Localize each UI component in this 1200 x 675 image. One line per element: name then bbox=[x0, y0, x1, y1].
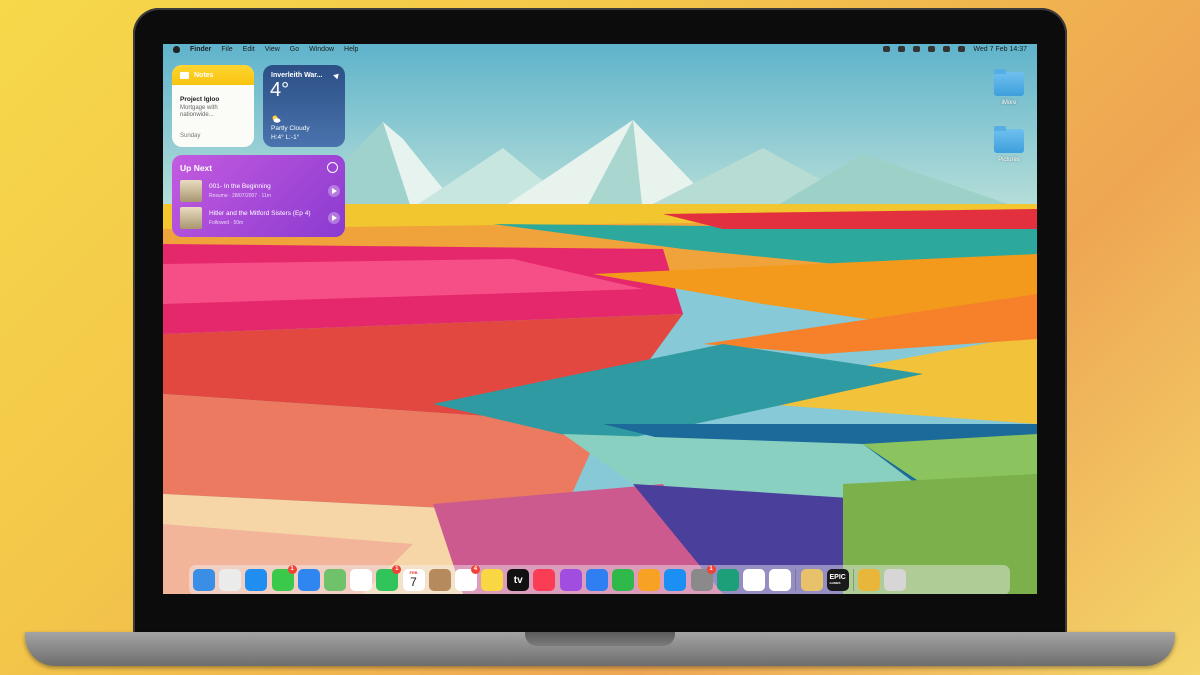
finder-icon[interactable] bbox=[193, 569, 215, 591]
folder-label: Pictures bbox=[998, 157, 1020, 163]
menu-go[interactable]: Go bbox=[290, 46, 299, 53]
chrome-icon[interactable] bbox=[769, 569, 792, 591]
photos-icon[interactable] bbox=[350, 569, 373, 591]
facetime-icon[interactable]: 1 bbox=[376, 565, 402, 591]
dock-separator bbox=[795, 569, 797, 591]
notification-badge: 1 bbox=[392, 565, 402, 574]
play-icon[interactable] bbox=[328, 185, 340, 197]
control-center-icon[interactable] bbox=[943, 46, 951, 52]
notes-icon[interactable] bbox=[481, 569, 504, 591]
folder-icon bbox=[994, 69, 1024, 96]
messages-icon[interactable]: 1 bbox=[271, 565, 297, 591]
dock-icon-subtext: GAMES bbox=[829, 581, 841, 585]
dock-icon-label: tv bbox=[514, 575, 523, 586]
menu-finder[interactable]: Finder bbox=[190, 46, 211, 53]
episode-meta: Resume · 28/07/2007 · 11m bbox=[209, 193, 271, 199]
desktop-screen: Finder File Edit View Go Window Help Wed… bbox=[163, 44, 1037, 594]
dock-icon-label: EPIC GAMES bbox=[829, 574, 846, 585]
folder-label: iMore bbox=[1001, 100, 1017, 106]
menu-view[interactable]: View bbox=[265, 46, 280, 53]
episode-name: Hitler and the Mitford Sisters (Ep 4) bbox=[209, 210, 311, 217]
dock: 1 1 FEB 7 4 tv 1 EPIC GAMES bbox=[189, 565, 1010, 594]
dock-icon-text: tv bbox=[513, 574, 523, 586]
menu-edit[interactable]: Edit bbox=[243, 46, 255, 53]
location-arrow-icon bbox=[333, 71, 341, 80]
reminders-icon[interactable]: 4 bbox=[454, 565, 480, 591]
spotlight-icon[interactable] bbox=[928, 46, 936, 52]
weather-location: Inverleith War... bbox=[271, 72, 323, 79]
edge-icon[interactable] bbox=[716, 569, 739, 591]
folder-imore[interactable]: iMore bbox=[989, 69, 1029, 106]
note-body: Mortgage with nationwide... bbox=[180, 105, 218, 118]
episode-artwork bbox=[180, 180, 202, 202]
menu-bar: Finder File Edit View Go Window Help Wed… bbox=[163, 44, 1037, 54]
settings-icon[interactable]: 1 bbox=[690, 565, 716, 591]
creative-cloud-icon[interactable] bbox=[883, 46, 891, 52]
partly-cloudy-icon bbox=[272, 115, 281, 123]
weather-widget[interactable]: Inverleith War... 4° Partly Cloudy H:4° … bbox=[263, 65, 345, 147]
appstore-icon[interactable] bbox=[664, 569, 687, 591]
up-next-title: Up Next bbox=[180, 163, 213, 173]
pages-icon[interactable] bbox=[638, 569, 661, 591]
maps-icon[interactable] bbox=[323, 569, 346, 591]
podcasts-icon[interactable] bbox=[559, 569, 582, 591]
safari-icon[interactable] bbox=[245, 569, 268, 591]
menu-window[interactable]: Window bbox=[309, 46, 334, 53]
apple-menu-icon[interactable] bbox=[173, 45, 180, 53]
weather-high-low: H:4° L:-1° bbox=[271, 134, 300, 141]
laptop-hinge bbox=[525, 632, 675, 646]
note-date: Sunday bbox=[180, 133, 201, 139]
wifi-icon[interactable] bbox=[913, 46, 921, 52]
launchpad-icon[interactable] bbox=[219, 569, 242, 591]
podcasts-up-next-widget[interactable]: Up Next 001- In the Beginning Resume · 2… bbox=[172, 155, 345, 237]
calendar-icon[interactable]: FEB 7 bbox=[402, 569, 425, 591]
epic-icon[interactable]: EPIC GAMES bbox=[826, 569, 849, 591]
episode-item[interactable]: 001- In the Beginning Resume · 28/07/200… bbox=[180, 180, 340, 202]
episode-name: 001- In the Beginning bbox=[209, 183, 271, 190]
folder-pictures[interactable]: Pictures bbox=[989, 126, 1029, 163]
folder-icon bbox=[994, 126, 1024, 153]
keynote-icon[interactable] bbox=[585, 569, 608, 591]
tv-icon[interactable]: tv bbox=[507, 569, 530, 591]
notification-badge: 4 bbox=[470, 565, 480, 574]
podcasts-icon bbox=[327, 162, 338, 173]
episode-artwork bbox=[180, 207, 202, 229]
music-icon[interactable] bbox=[533, 569, 556, 591]
trash-icon[interactable] bbox=[884, 569, 907, 591]
notes-folder-icon bbox=[180, 71, 189, 79]
menu-file[interactable]: File bbox=[221, 46, 232, 53]
calendar-day: 7 bbox=[410, 575, 417, 589]
notes-widget-app: Notes bbox=[194, 71, 214, 79]
siri-icon[interactable] bbox=[958, 46, 966, 52]
notification-badge: 1 bbox=[706, 565, 716, 574]
notes-widget[interactable]: Notes Project Igloo Mortgage with nation… bbox=[172, 65, 254, 147]
dock-separator bbox=[852, 569, 854, 591]
archive-icon[interactable] bbox=[858, 569, 881, 591]
contacts-icon[interactable] bbox=[428, 569, 451, 591]
battery-icon[interactable] bbox=[898, 46, 906, 52]
play-icon[interactable] bbox=[328, 212, 340, 224]
slack-icon[interactable] bbox=[742, 569, 765, 591]
weather-temp: 4° bbox=[270, 79, 290, 101]
notification-badge: 1 bbox=[287, 565, 297, 574]
episode-meta: Followed · 50m bbox=[209, 220, 244, 226]
menu-clock[interactable]: Wed 7 Feb 14:37 bbox=[973, 46, 1027, 53]
note-title: Project Igloo bbox=[180, 96, 220, 103]
weather-condition: Partly Cloudy bbox=[271, 125, 310, 132]
pixelmator-icon[interactable] bbox=[800, 569, 823, 591]
menu-help[interactable]: Help bbox=[344, 46, 358, 53]
mail-icon[interactable] bbox=[297, 569, 320, 591]
numbers-icon[interactable] bbox=[612, 569, 634, 591]
episode-item[interactable]: Hitler and the Mitford Sisters (Ep 4) Fo… bbox=[180, 207, 340, 229]
